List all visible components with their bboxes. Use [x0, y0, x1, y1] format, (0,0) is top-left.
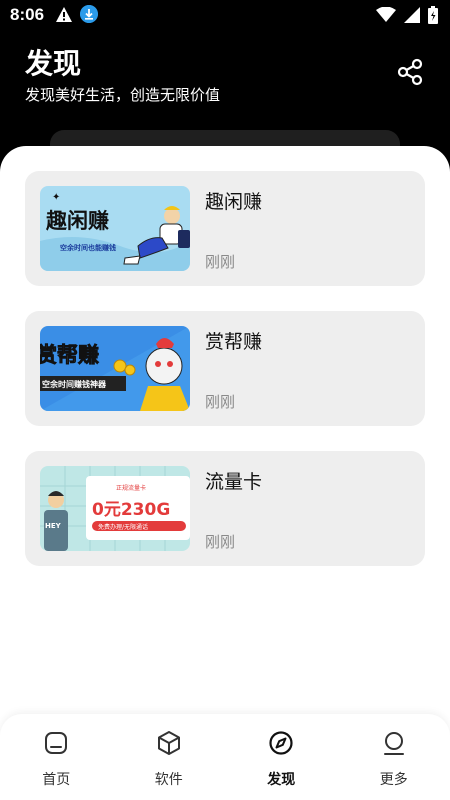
status-time: 8:06 [10, 5, 45, 24]
tab-home[interactable]: 首页 [0, 714, 113, 800]
card-time: 刚刚 [205, 253, 236, 271]
content-panel: 趣闲赚 空余时间也能赚钱 ✦ 趣闲赚 刚刚 赏帮赚 空余时间赚钱神器 赏帮赚 刚… [0, 146, 450, 800]
home-icon [45, 732, 68, 754]
thumb-tag: 正规流量卡 [116, 484, 146, 492]
thumb-sub: 免费办理/无限通话 [98, 523, 148, 531]
tab-label: 更多 [379, 772, 408, 788]
thumb-headline: 赏帮赚 [40, 343, 99, 367]
tab-label: 发现 [267, 772, 296, 788]
cell-signal-icon [404, 7, 420, 23]
card-liuliangka[interactable]: 正规流量卡 0元230G 免费办理/无限通话 HEY 流量卡 刚刚 [25, 451, 425, 566]
card-thumbnail: 趣闲赚 空余时间也能赚钱 ✦ [40, 186, 190, 271]
thumb-sub: 空余时间赚钱神器 [42, 379, 107, 389]
bottom-tab-bar: 首页 软件 发现 更多 [0, 714, 450, 800]
thumb-sub: 空余时间也能赚钱 [60, 243, 116, 252]
wifi-icon [376, 7, 396, 22]
page-title: 发现 [25, 47, 82, 80]
tab-software[interactable]: 软件 [113, 714, 226, 800]
sparkle-icon: ✦ [52, 192, 60, 203]
card-title: 赏帮赚 [205, 331, 263, 353]
compass-icon [269, 731, 293, 755]
status-right-icons [376, 6, 438, 24]
tab-label: 软件 [154, 772, 183, 788]
thumb-headline: 0元230G [92, 500, 170, 520]
cube-icon [157, 731, 180, 755]
card-quxianzhuan[interactable]: 趣闲赚 空余时间也能赚钱 ✦ 趣闲赚 刚刚 [25, 171, 425, 286]
tab-discover[interactable]: 发现 [225, 714, 338, 800]
page-header: 发现 发现美好生活，创造无限价值 [25, 45, 425, 115]
download-icon [80, 5, 98, 23]
tab-label: 首页 [42, 772, 71, 788]
card-thumbnail: 赏帮赚 空余时间赚钱神器 [40, 326, 190, 411]
svg-text:HEY: HEY [45, 522, 62, 530]
thumb-headline: 趣闲赚 [45, 209, 109, 233]
page-subtitle: 发现美好生活，创造无限价值 [25, 86, 221, 104]
warning-icon [56, 7, 72, 22]
card-shangbangzhuan[interactable]: 赏帮赚 空余时间赚钱神器 赏帮赚 刚刚 [25, 311, 425, 426]
user-icon [383, 732, 404, 755]
status-bar: 8:06 [0, 0, 450, 30]
card-thumbnail: 正规流量卡 0元230G 免费办理/无限通话 HEY [40, 466, 190, 551]
share-icon[interactable] [395, 57, 425, 87]
tab-more[interactable]: 更多 [338, 714, 450, 800]
battery-icon [428, 6, 438, 24]
card-time: 刚刚 [205, 533, 236, 551]
card-time: 刚刚 [205, 393, 236, 411]
card-title: 流量卡 [205, 471, 263, 493]
card-title: 趣闲赚 [205, 191, 263, 213]
